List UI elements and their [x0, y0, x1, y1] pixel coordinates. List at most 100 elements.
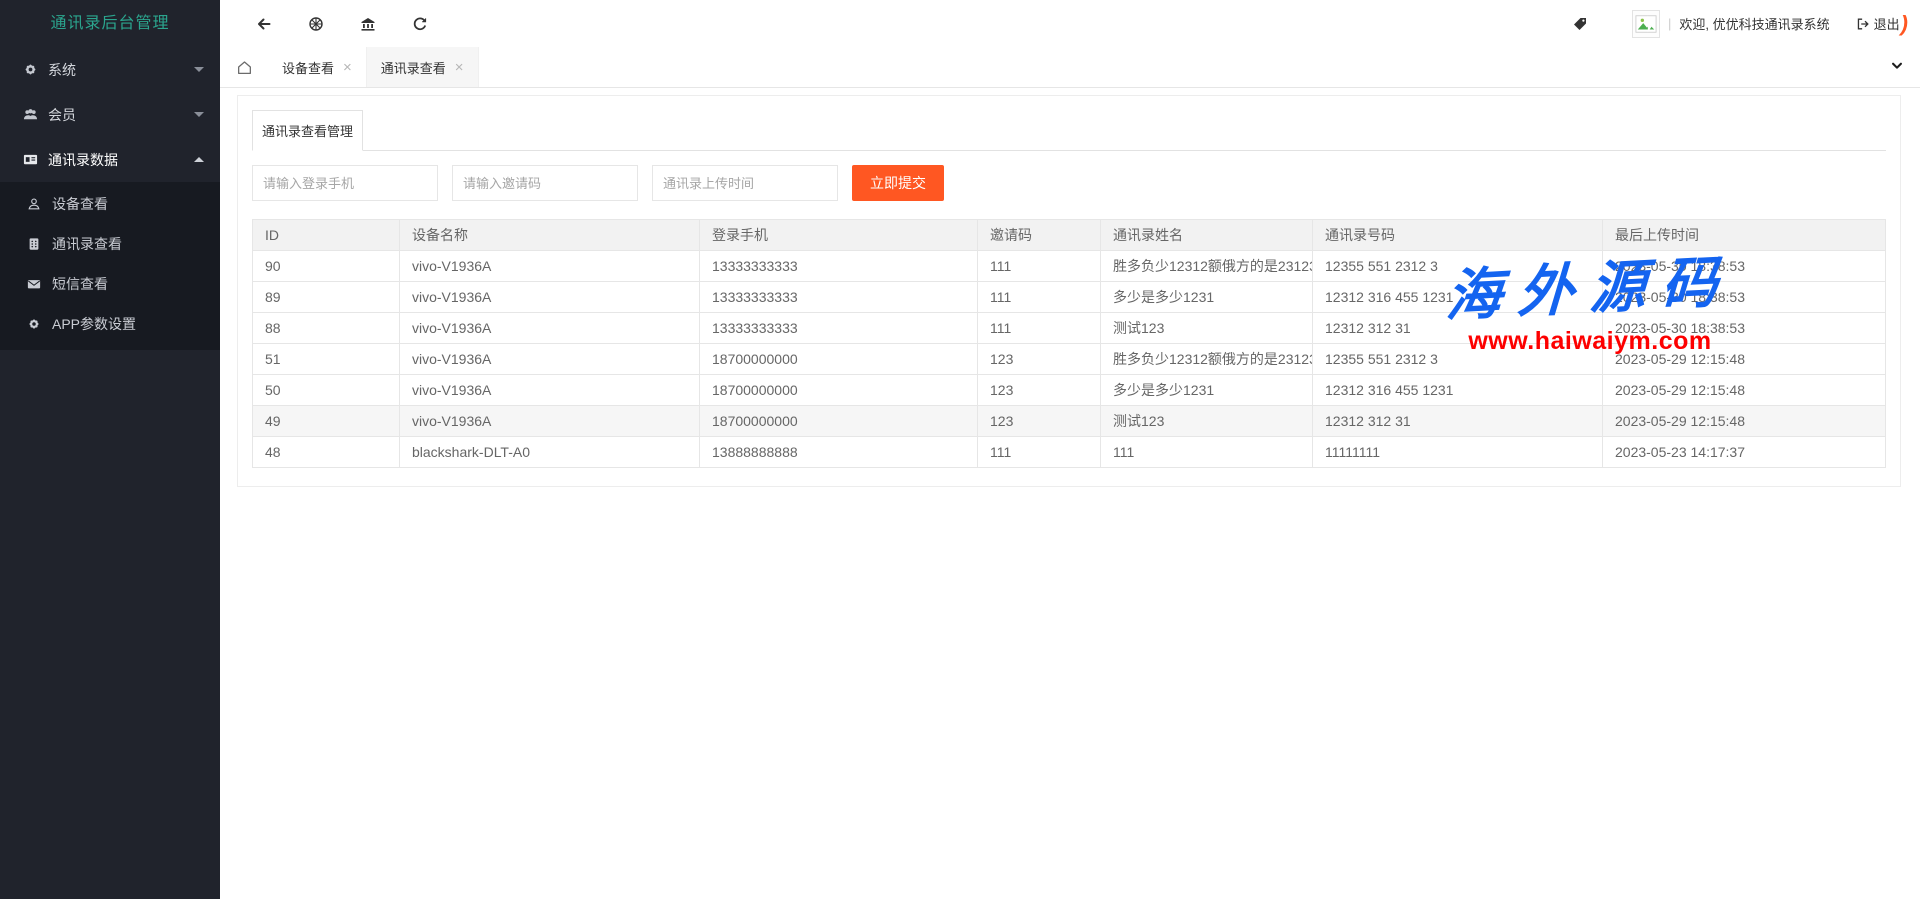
sidebar-item-label: 通讯录查看 — [52, 234, 122, 254]
login-phone-input[interactable] — [252, 165, 438, 201]
back-icon[interactable] — [256, 16, 272, 32]
column-header: ID — [253, 220, 400, 251]
table-row: 89vivo-V1936A13333333333111多少是多少12311231… — [253, 282, 1886, 313]
close-icon[interactable]: × — [455, 60, 464, 75]
tab-menu-chevron-icon[interactable] — [1890, 59, 1904, 76]
table-cell: 13888888888 — [700, 437, 978, 468]
contacts-panel: 通讯录查看管理 立即提交 ID 设备名称 登录手机 邀请码 — [237, 95, 1901, 487]
table-cell: 89 — [253, 282, 400, 313]
topbar-divider: | — [1668, 16, 1671, 31]
table-cell: 多少是多少1231 — [1101, 375, 1313, 406]
globe-icon[interactable] — [308, 16, 324, 32]
tab-device-view[interactable]: 设备查看 × — [268, 47, 367, 87]
home-tab[interactable] — [220, 47, 268, 87]
dialpad-book-icon — [26, 236, 42, 252]
sidebar-item-label: 设备查看 — [52, 194, 108, 214]
sidebar-item-system[interactable]: 系统 — [0, 47, 220, 92]
table-cell: 2023-05-30 18:38:53 — [1603, 282, 1886, 313]
sidebar-item-members[interactable]: 会员 — [0, 92, 220, 137]
table-cell: 13333333333 — [700, 251, 978, 282]
column-header: 设备名称 — [400, 220, 700, 251]
table-cell: 2023-05-29 12:15:48 — [1603, 406, 1886, 437]
panel-title-tab[interactable]: 通讯录查看管理 — [252, 110, 363, 151]
sidebar-item-app-settings[interactable]: APP参数设置 — [0, 304, 220, 344]
table-cell: 12312 312 31 — [1313, 313, 1603, 344]
table-cell: 111 — [1101, 437, 1313, 468]
table-cell: 2023-05-29 12:15:48 — [1603, 344, 1886, 375]
table-row: 49vivo-V1936A18700000000123测试12312312 31… — [253, 406, 1886, 437]
table-cell: 123 — [978, 375, 1101, 406]
contacts-table-body: 90vivo-V1936A13333333333111胜多负少12312额俄方的… — [253, 251, 1886, 468]
sidebar-item-sms-view[interactable]: 短信查看 — [0, 264, 220, 304]
gear-icon — [26, 316, 42, 332]
sidebar: 通讯录后台管理 系统 会员 通讯录数据 — [0, 0, 220, 899]
table-cell: vivo-V1936A — [400, 344, 700, 375]
table-cell: blackshark-DLT-A0 — [400, 437, 700, 468]
table-row: 51vivo-V1936A18700000000123胜多负少12312额俄方的… — [253, 344, 1886, 375]
tab-contacts-view[interactable]: 通讯录查看 × — [367, 47, 479, 87]
tag-icon[interactable] — [1572, 16, 1588, 32]
tab-label: 设备查看 — [282, 58, 334, 77]
welcome-text: 欢迎, 优优科技通讯录系统 — [1679, 14, 1829, 33]
tab-label: 通讯录查看 — [381, 58, 446, 77]
table-cell: 胜多负少12312额俄方的是231231 — [1101, 251, 1313, 282]
close-icon[interactable]: × — [343, 60, 352, 75]
table-cell: 2023-05-29 12:15:48 — [1603, 375, 1886, 406]
table-cell: 测试123 — [1101, 313, 1313, 344]
content-area: 通讯录查看管理 立即提交 ID 设备名称 登录手机 邀请码 — [220, 88, 1920, 487]
contacts-table: ID 设备名称 登录手机 邀请码 通讯录姓名 通讯录号码 最后上传时间 90vi… — [252, 219, 1886, 468]
table-cell: 123 — [978, 406, 1101, 437]
logout-decoration: ) — [1901, 13, 1908, 35]
column-header: 邀请码 — [978, 220, 1101, 251]
upload-time-input[interactable] — [652, 165, 838, 201]
gear-icon — [22, 62, 38, 78]
sidebar-nav: 系统 会员 通讯录数据 设备查看 — [0, 47, 220, 350]
chevron-up-icon — [194, 157, 204, 162]
topbar-left-icons — [256, 16, 464, 32]
table-cell: 11111111 — [1313, 437, 1603, 468]
sidebar-item-label: 会员 — [48, 105, 76, 125]
table-cell: 90 — [253, 251, 400, 282]
logout-label: 退出 — [1874, 14, 1900, 33]
table-cell: 49 — [253, 406, 400, 437]
table-cell: 18700000000 — [700, 375, 978, 406]
table-cell: 111 — [978, 282, 1101, 313]
bank-icon[interactable] — [360, 16, 376, 32]
users-icon — [22, 107, 38, 123]
home-icon — [236, 59, 253, 76]
submit-button[interactable]: 立即提交 — [852, 165, 944, 201]
mail-icon — [26, 276, 42, 292]
chevron-down-icon — [194, 112, 204, 117]
sidebar-item-contacts-data[interactable]: 通讯录数据 — [0, 137, 220, 182]
sign-out-icon — [1856, 17, 1870, 31]
table-cell: 12312 312 31 — [1313, 406, 1603, 437]
sidebar-submenu: 设备查看 通讯录查看 短信查看 APP参数设置 — [0, 182, 220, 350]
sidebar-item-label: 短信查看 — [52, 274, 108, 294]
sidebar-item-contacts-view[interactable]: 通讯录查看 — [0, 224, 220, 264]
sidebar-item-label: 通讯录数据 — [48, 150, 118, 170]
sidebar-item-device-view[interactable]: 设备查看 — [0, 184, 220, 224]
sidebar-item-label: APP参数设置 — [52, 314, 136, 334]
tabbar: 设备查看 × 通讯录查看 × — [220, 47, 1920, 88]
table-cell: 2023-05-23 14:17:37 — [1603, 437, 1886, 468]
app-title: 通讯录后台管理 — [0, 0, 220, 47]
table-cell: 111 — [978, 437, 1101, 468]
table-cell: vivo-V1936A — [400, 375, 700, 406]
contacts-icon — [22, 152, 38, 168]
invite-code-input[interactable] — [452, 165, 638, 201]
logout-button[interactable]: 退出 — [1856, 14, 1900, 33]
table-row: 50vivo-V1936A18700000000123多少是多少12311231… — [253, 375, 1886, 406]
sidebar-item-label: 系统 — [48, 60, 76, 80]
table-cell: vivo-V1936A — [400, 406, 700, 437]
table-cell: vivo-V1936A — [400, 313, 700, 344]
table-cell: 12355 551 2312 3 — [1313, 251, 1603, 282]
table-cell: 123 — [978, 344, 1101, 375]
column-header: 通讯录号码 — [1313, 220, 1603, 251]
user-icon — [26, 196, 42, 212]
topbar: | 欢迎, 优优科技通讯录系统 退出 ) — [220, 0, 1920, 47]
table-cell: 13333333333 — [700, 313, 978, 344]
table-cell: 12312 316 455 1231 — [1313, 375, 1603, 406]
search-form: 立即提交 — [252, 165, 1886, 201]
column-header: 最后上传时间 — [1603, 220, 1886, 251]
refresh-icon[interactable] — [412, 16, 428, 32]
